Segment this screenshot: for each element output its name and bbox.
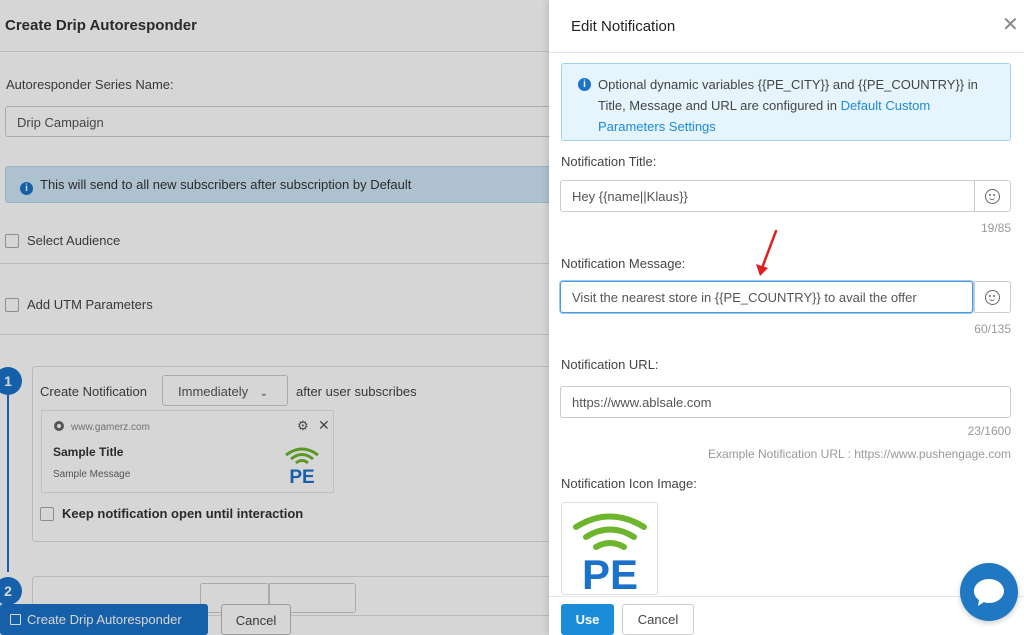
logo-text: PE — [582, 551, 638, 595]
info-icon: i — [578, 78, 591, 91]
emoji-icon — [985, 188, 1000, 204]
drawer-header: Edit Notification ✕ — [549, 0, 1024, 53]
message-char-count: 60/135 — [974, 322, 1011, 336]
notification-url-input[interactable] — [560, 386, 1011, 418]
message-emoji-button[interactable] — [974, 281, 1011, 313]
notification-icon-image[interactable]: PE — [561, 502, 658, 595]
url-example-text: Example Notification URL : https://www.p… — [707, 447, 1011, 461]
chat-bubble-icon — [974, 579, 1004, 606]
emoji-icon — [985, 289, 1000, 305]
drawer-title: Edit Notification — [571, 18, 676, 35]
notification-message-input[interactable] — [560, 281, 973, 313]
drawer-cancel-button[interactable]: Cancel — [622, 604, 694, 635]
drawer-footer: Use Cancel — [549, 596, 1024, 635]
url-char-count: 23/1600 — [967, 424, 1011, 438]
dynamic-variables-info: i Optional dynamic variables {{PE_CITY}}… — [561, 63, 1011, 141]
red-arrow-annotation — [756, 229, 778, 276]
notification-title-input[interactable] — [560, 180, 975, 212]
notification-url-label: Notification URL: — [561, 357, 659, 372]
edit-notification-drawer: Edit Notification ✕ i Optional dynamic v… — [549, 0, 1024, 635]
notification-title-label: Notification Title: — [561, 154, 657, 169]
notification-icon-label: Notification Icon Image: — [561, 476, 697, 491]
chat-widget-button[interactable] — [960, 563, 1018, 621]
pe-logo-large: PE — [573, 513, 647, 595]
title-char-count: 19/85 — [980, 221, 1011, 235]
close-icon[interactable]: ✕ — [1002, 15, 1019, 35]
title-emoji-button[interactable] — [974, 180, 1011, 212]
use-button[interactable]: Use — [561, 604, 614, 635]
notification-message-label: Notification Message: — [561, 256, 686, 271]
